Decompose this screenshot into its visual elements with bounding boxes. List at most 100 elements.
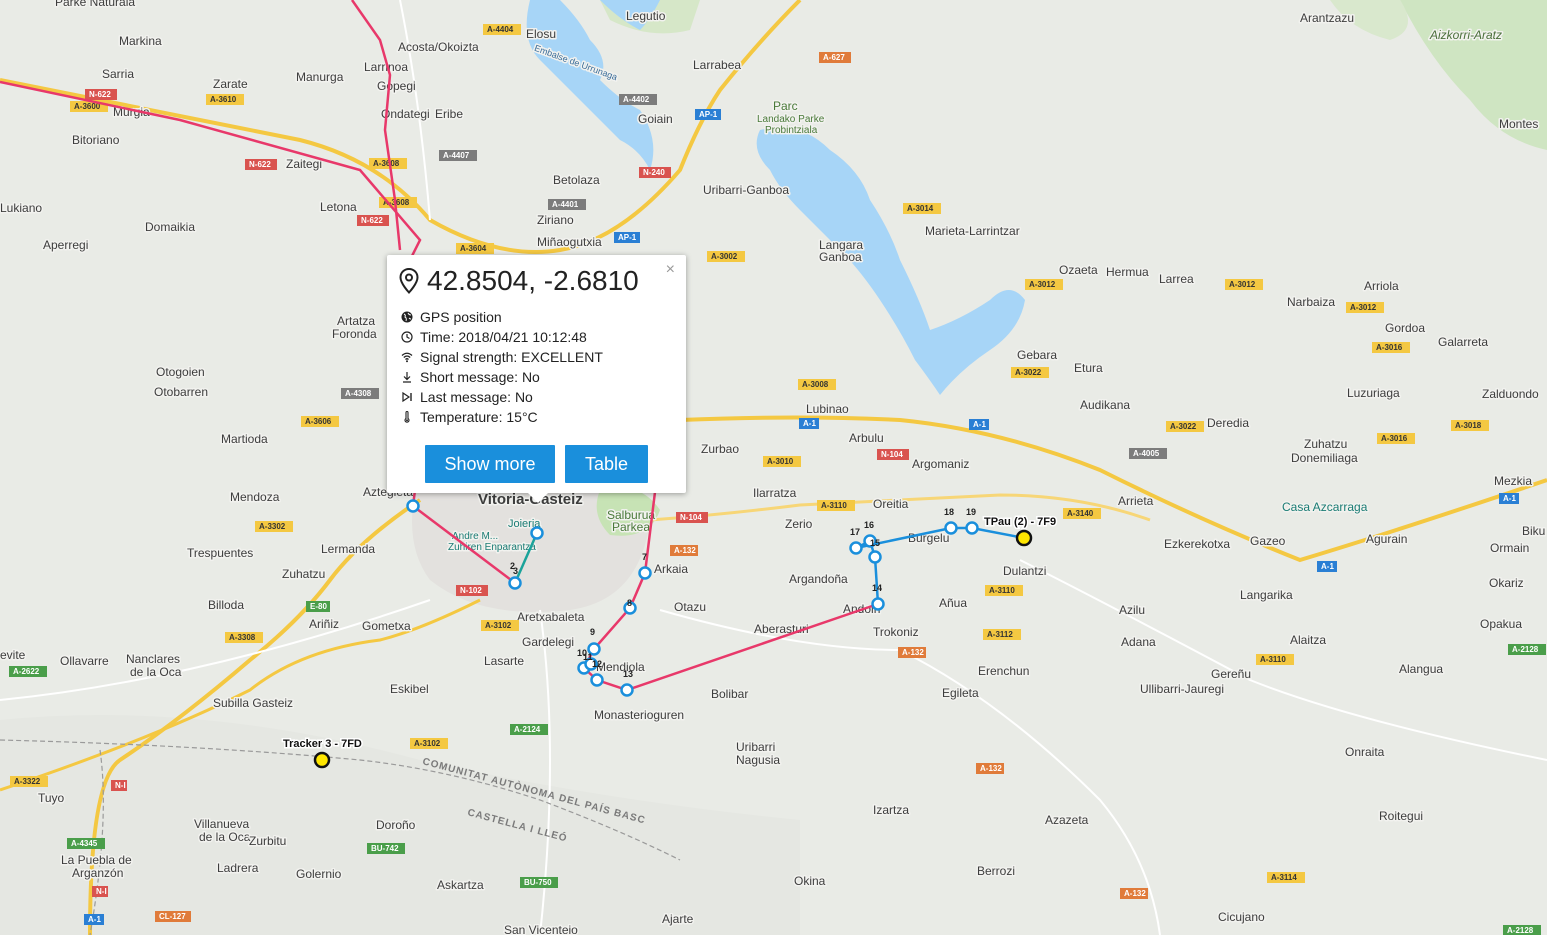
- route-point-label: 14: [872, 583, 882, 593]
- popup-details: GPS position Time: 2018/04/21 10:12:48 S…: [401, 307, 603, 427]
- tracker-label: Tracker 3 - 7FD: [283, 738, 362, 750]
- place-label: Deredia: [1207, 416, 1249, 430]
- table-button[interactable]: Table: [565, 445, 648, 483]
- road-badge-label: A-3604: [460, 244, 487, 253]
- route-point: [871, 597, 885, 611]
- place-label: Manurga: [296, 70, 344, 84]
- road-badge-label: A-1: [88, 915, 101, 924]
- wifi-icon: [401, 351, 413, 363]
- road-badge: A-3018: [1451, 420, 1489, 431]
- place-label: Arrieta: [1118, 494, 1154, 508]
- place-label: Golernio: [296, 867, 342, 881]
- popup-row-signal: Signal strength: EXCELLENT: [401, 347, 603, 367]
- road-badge-label: N-240: [643, 168, 665, 177]
- road-badge: A-3112: [983, 629, 1021, 640]
- tracker-marker: [1015, 529, 1033, 547]
- road-badge: A-1: [799, 418, 819, 429]
- road-badge: N-I: [92, 886, 108, 897]
- route-point: [620, 683, 634, 697]
- road-badge-label: AP-1: [618, 233, 637, 242]
- place-label: Aperregi: [43, 238, 88, 252]
- route-point: [530, 526, 544, 540]
- place-label: Ganboa: [819, 250, 862, 264]
- road-badge-label: A-3022: [1015, 368, 1042, 377]
- place-label: Luzuriaga: [1347, 386, 1400, 400]
- place-label: Ullibarri-Jauregi: [1140, 682, 1224, 696]
- place-label: Berrozi: [977, 864, 1015, 878]
- road-badge-label: A-2128: [1512, 645, 1539, 654]
- place-label: Roitegui: [1379, 809, 1423, 823]
- road-badge: A-3140: [1063, 508, 1101, 519]
- road-badge-label: A-3302: [259, 522, 286, 531]
- road-badge-label: A-3016: [1376, 343, 1403, 352]
- road-badge: A-3016: [1372, 342, 1410, 353]
- place-label: Egileta: [942, 686, 979, 700]
- place-label: Subilla Gasteiz: [213, 696, 293, 710]
- route-point: [965, 521, 979, 535]
- place-label: Okariz: [1489, 576, 1524, 590]
- road-badge-label: A-3110: [821, 501, 847, 510]
- route-point-label: 7: [642, 552, 647, 562]
- place-label: Landako Parke: [757, 114, 825, 125]
- road-badge: A-2128: [1508, 644, 1546, 655]
- place-label: de la Oca: [130, 665, 182, 679]
- road-badge-label: A-3610: [210, 95, 237, 104]
- road-badge-label: N-I: [96, 887, 107, 896]
- place-label: Villanueva: [194, 817, 249, 831]
- road-badge: A-4005: [1129, 448, 1167, 459]
- place-label: Alangua: [1399, 662, 1443, 676]
- road-badge-label: A-3008: [802, 380, 829, 389]
- road-badge-label: A-132: [902, 648, 924, 657]
- place-label: Zurbao: [701, 442, 739, 456]
- route-point: [944, 521, 958, 535]
- road-badge: A-3606: [301, 416, 339, 427]
- place-label: Billoda: [208, 598, 244, 612]
- place-label: Gordoa: [1385, 321, 1425, 335]
- place-label: Oreitia: [873, 497, 909, 511]
- show-more-button[interactable]: Show more: [425, 445, 555, 483]
- road-badge-label: A-3102: [414, 739, 441, 748]
- road-badge-label: A-3012: [1350, 303, 1377, 312]
- road-badge: CL-127: [155, 911, 191, 922]
- map-canvas[interactable]: Parke Naturala Markina Sarria Murgia Zar…: [0, 0, 1547, 935]
- road-badge: A-4404: [483, 24, 521, 35]
- road-badge: A-132: [1120, 888, 1148, 899]
- road-badge: A-3322: [10, 776, 48, 787]
- place-label: Izartza: [873, 803, 909, 817]
- road-badge-label: A-4345: [71, 839, 98, 848]
- popup-pointer: [528, 493, 548, 503]
- place-label: Lubinao: [806, 402, 849, 416]
- place-label: Askartza: [437, 878, 484, 892]
- road-badge-label: A-3140: [1067, 509, 1094, 518]
- road-badge-label: A-1: [973, 420, 986, 429]
- place-label: Langarika: [1240, 588, 1293, 602]
- road-badge-label: N-104: [680, 513, 702, 522]
- road-badge: N-622: [85, 89, 117, 100]
- road-badge: A-1: [969, 419, 989, 430]
- road-badge: A-4345: [67, 838, 105, 849]
- place-label: Aberasturi: [754, 622, 809, 636]
- road-badge: A-3110: [817, 500, 855, 511]
- road-badge: A-1: [1317, 561, 1337, 572]
- road-badge-label: BU-742: [371, 844, 399, 853]
- skip-end-icon: [401, 391, 413, 403]
- place-label: Parke Naturala: [55, 0, 135, 9]
- place-label: Okina: [794, 874, 826, 888]
- thermometer-icon: [401, 411, 413, 423]
- place-label: Ezkerekotxa: [1164, 537, 1230, 551]
- road-badge-label: A-3010: [767, 457, 794, 466]
- place-label: Eskibel: [390, 682, 429, 696]
- road-badge-label: N-622: [249, 160, 271, 169]
- place-label: Opakua: [1480, 617, 1522, 631]
- place-label: Sarria: [102, 67, 134, 81]
- route-point: [406, 499, 420, 513]
- place-label: San Vicenteio: [504, 923, 578, 935]
- road-badge-label: AP-1: [699, 110, 718, 119]
- close-icon[interactable]: ×: [666, 262, 675, 278]
- road-badge-label: A-4308: [345, 389, 372, 398]
- road-badge-label: A-3606: [305, 417, 332, 426]
- popup-row-text: Time: 2018/04/21 10:12:48: [420, 329, 587, 345]
- road-badge-label: A-1: [1503, 494, 1516, 503]
- road-badge-label: A-3012: [1029, 280, 1056, 289]
- place-label: Betolaza: [553, 173, 600, 187]
